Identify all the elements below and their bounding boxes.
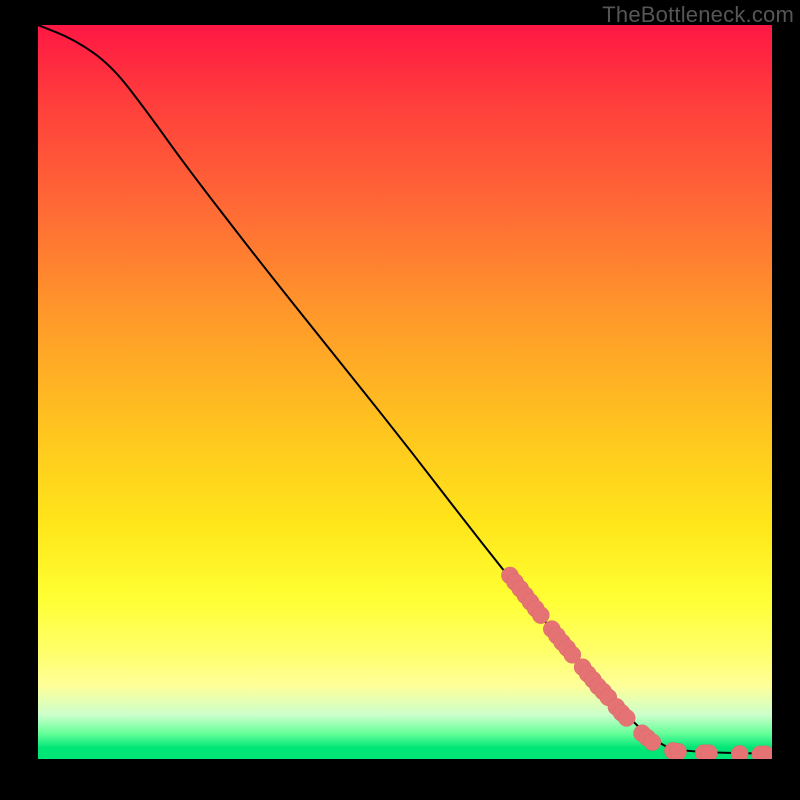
chart-frame: TheBottleneck.com — [0, 0, 800, 800]
plot-area — [38, 25, 772, 759]
attribution-text: TheBottleneck.com — [602, 2, 794, 28]
data-marker — [700, 745, 717, 759]
data-marker — [618, 709, 635, 726]
data-marker — [644, 734, 661, 751]
data-markers — [501, 567, 772, 759]
data-marker — [670, 743, 687, 759]
bottleneck-curve — [38, 25, 772, 754]
chart-overlay — [38, 25, 772, 759]
data-marker — [532, 607, 549, 624]
data-marker — [731, 745, 748, 759]
